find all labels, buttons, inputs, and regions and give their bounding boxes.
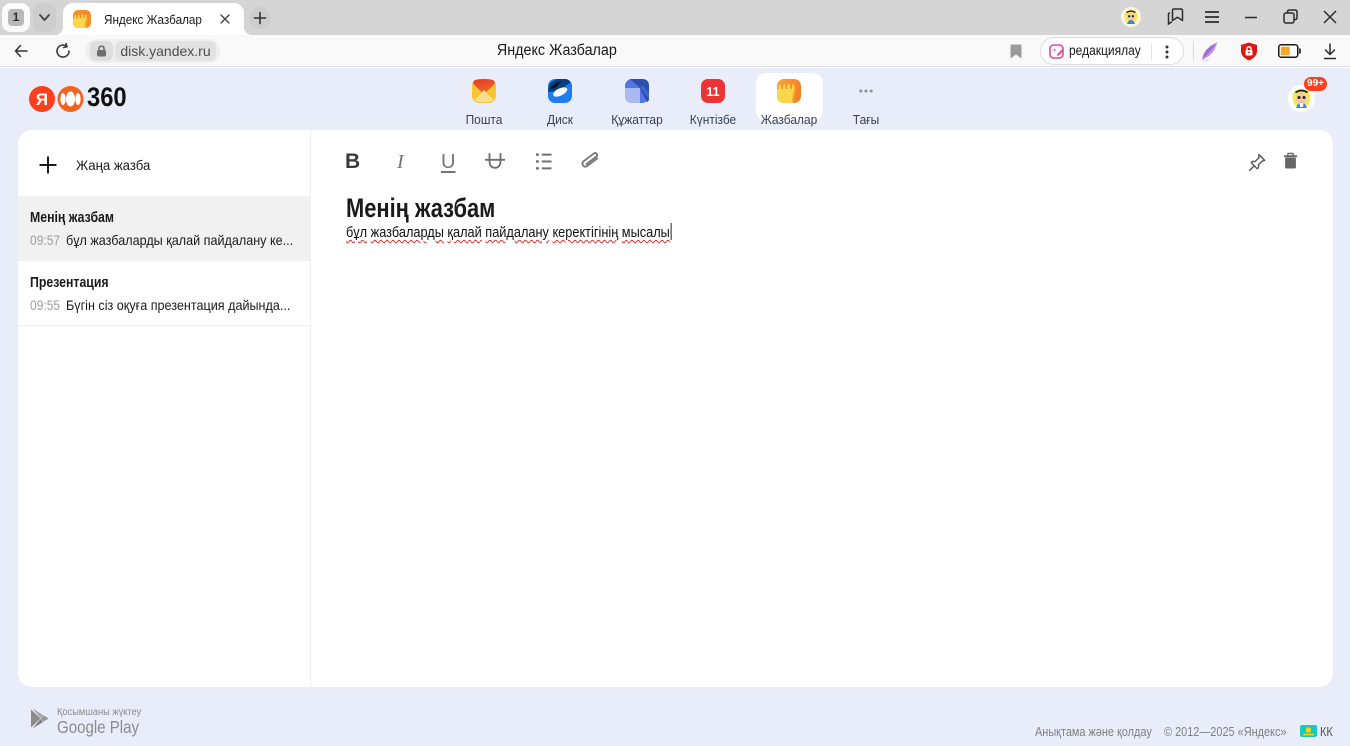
svg-text:Я: Я	[36, 90, 48, 109]
svg-text:11: 11	[706, 85, 719, 99]
